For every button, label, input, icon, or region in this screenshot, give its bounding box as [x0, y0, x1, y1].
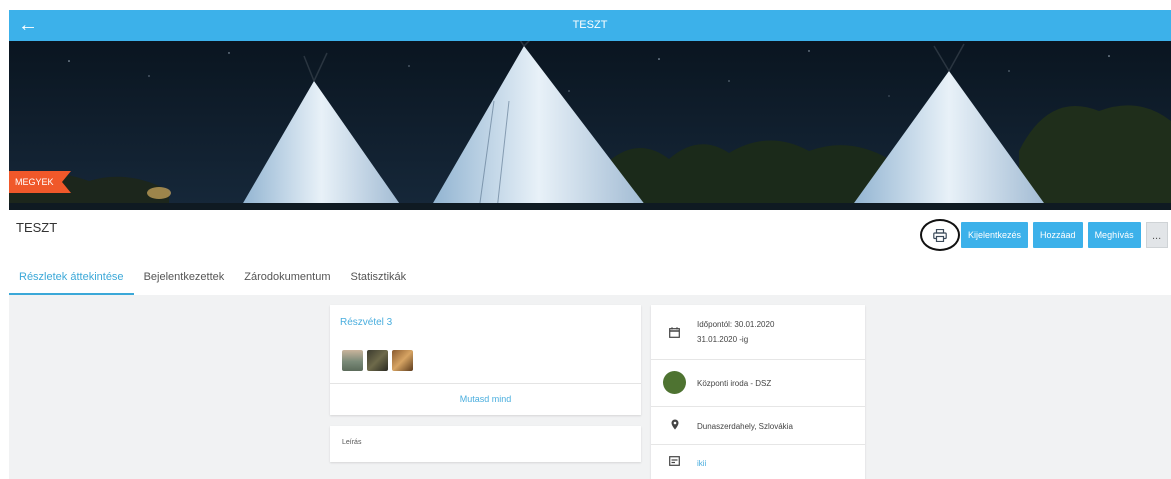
printer-icon: [933, 228, 947, 242]
map-pin-icon: [671, 419, 679, 430]
event-tabs: Részletek áttekintése Bejelentkezettek Z…: [9, 262, 416, 295]
divider: [330, 383, 641, 384]
card-icon: [669, 456, 680, 466]
date-from: Időpontól: 30.01.2020: [697, 320, 775, 329]
calendar-icon: [669, 327, 680, 338]
description-card: Leírás: [330, 426, 641, 462]
organizer-row: Központi iroda - DSZ: [651, 360, 865, 407]
date-row: Időpontól: 30.01.2020 31.01.2020 -ig: [651, 305, 865, 360]
invite-button[interactable]: Meghívás: [1087, 222, 1141, 248]
participant-avatars: [342, 350, 417, 371]
more-options-button[interactable]: ...: [1145, 222, 1168, 248]
date-to: 31.01.2020 -ig: [697, 335, 749, 344]
show-all-link[interactable]: Mutasd mind: [330, 394, 641, 404]
extra-link[interactable]: ikii: [697, 456, 706, 471]
tab-details-overview[interactable]: Részletek áttekintése: [9, 262, 134, 295]
organizer-name[interactable]: Központi iroda - DSZ: [697, 376, 771, 391]
location-text[interactable]: Dunaszerdahely, Szlovákia: [697, 419, 793, 434]
event-title: TESZT: [16, 220, 58, 235]
tab-checked-in[interactable]: Bejelentkezettek: [134, 262, 235, 295]
participation-card: Részvétel 3 Mutasd mind: [330, 305, 641, 415]
event-cover-image: MEGYEK: [9, 41, 1171, 210]
teepee-night-scene: [9, 41, 1171, 210]
checkout-button[interactable]: Kijelentkezés: [961, 222, 1029, 248]
location-row: Dunaszerdahely, Szlovákia: [651, 407, 865, 445]
add-button[interactable]: Hozzáad: [1033, 222, 1083, 248]
action-toolbar: Kijelentkezés Hozzáad Meghívás ...: [920, 219, 1168, 251]
category-badge: MEGYEK: [9, 171, 70, 193]
event-info-card: Időpontól: 30.01.2020 31.01.2020 -ig Köz…: [651, 305, 865, 479]
tab-closing-document[interactable]: Zárodokumentum: [234, 262, 340, 295]
tab-statistics[interactable]: Statisztikák: [341, 262, 417, 295]
extra-row: ikii: [651, 445, 865, 479]
description-label: Leírás: [342, 439, 362, 446]
print-button[interactable]: [920, 219, 960, 251]
organizer-avatar: [663, 371, 686, 394]
avatar[interactable]: [392, 350, 413, 371]
avatar[interactable]: [342, 350, 363, 371]
participation-count[interactable]: Részvétel 3: [340, 317, 392, 328]
top-app-bar: ← TESZT: [9, 10, 1171, 41]
avatar[interactable]: [367, 350, 388, 371]
app-bar-title: TESZT: [572, 19, 608, 31]
